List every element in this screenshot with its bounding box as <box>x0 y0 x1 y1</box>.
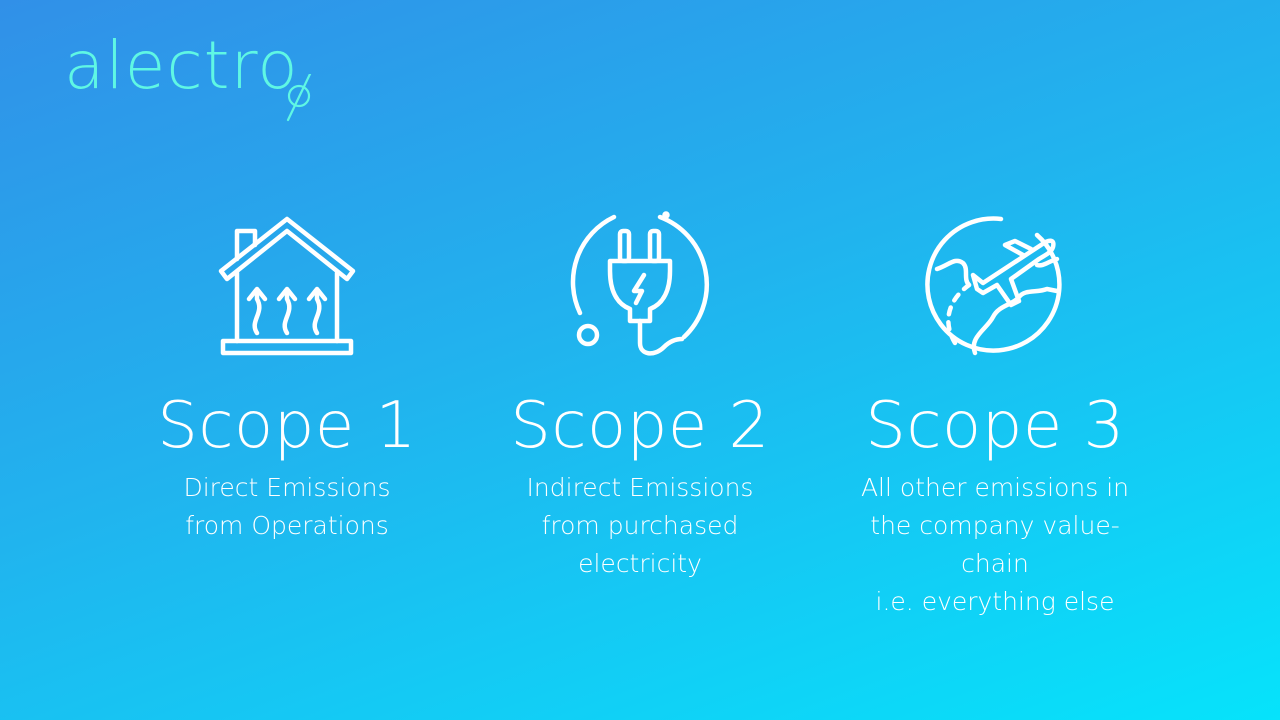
scope-2-description-line: from purchased <box>541 511 739 540</box>
scope-card-2: Scope 2 Indirect Emissions from purchase… <box>475 205 805 583</box>
scope-3-description-line: All other emissions in <box>860 473 1130 502</box>
scope-3-description: All other emissions in the company value… <box>845 469 1145 621</box>
scope-card-1: Scope 1 Direct Emissions from Operations <box>122 205 452 545</box>
scope-1-title: Scope 1 <box>157 389 417 463</box>
scope-1-description: Direct Emissions from Operations <box>137 469 437 545</box>
scope-card-3: Scope 3 All other emissions in the compa… <box>830 205 1160 621</box>
electric-plug-icon <box>570 211 709 356</box>
scope-2-description-line: Indirect Emissions <box>526 473 754 502</box>
scope-1-description-line: from Operations <box>185 511 389 540</box>
scope-2-title: Scope 2 <box>510 389 770 463</box>
scope-3-title: Scope 3 <box>865 389 1125 463</box>
scope-2-description-line: electricity <box>578 549 702 578</box>
scope-3-description-line: the company value- <box>870 511 1120 540</box>
house-heat-icon <box>218 216 356 356</box>
scope-1-description-line: Direct Emissions <box>183 473 391 502</box>
scopes-section: Scope 1 Direct Emissions from Operations <box>0 0 1280 720</box>
scope-3-description-line: i.e. everything else <box>875 587 1115 616</box>
globe-airplane-icon <box>925 216 1062 356</box>
scope-3-description-line: chain <box>961 549 1029 578</box>
scope-2-description: Indirect Emissions from purchased electr… <box>490 469 790 583</box>
